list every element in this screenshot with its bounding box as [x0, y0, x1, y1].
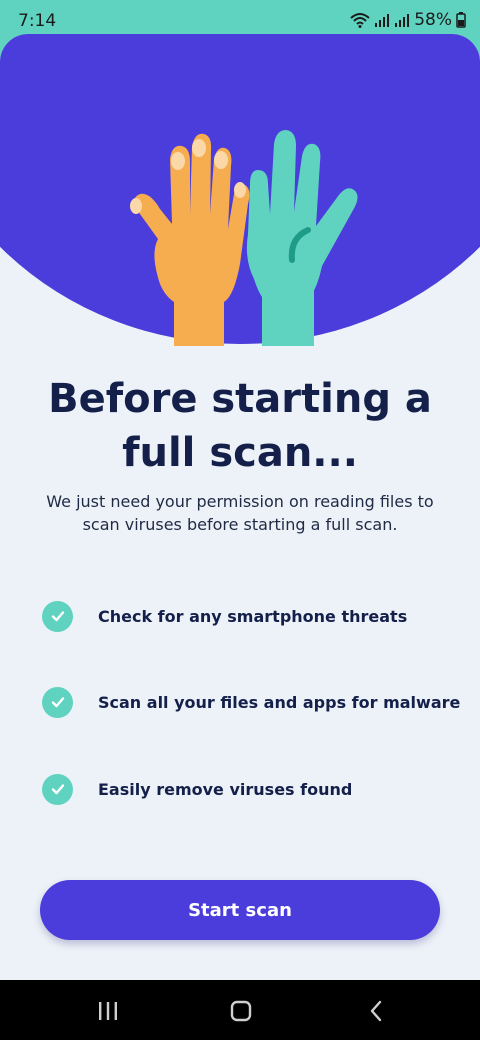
check-icon: [42, 773, 73, 805]
system-nav-bar: [0, 980, 480, 1040]
feature-item: Easily remove viruses found: [42, 773, 462, 805]
feature-label: Easily remove viruses found: [98, 779, 353, 799]
check-icon: [42, 686, 73, 718]
wifi-icon: [350, 13, 370, 28]
check-icon: [42, 600, 73, 632]
page-title: Before starting a full scan...: [48, 376, 432, 476]
feature-item: Check for any smartphone threats: [42, 600, 462, 632]
battery-percent: 58%: [414, 10, 452, 30]
status-icons: 58%: [350, 10, 466, 30]
page-subtitle: We just need your permission on reading …: [46, 492, 434, 534]
raised-hands-illustration: [0, 34, 480, 346]
signal-icon: [395, 14, 410, 27]
feature-item: Scan all your files and apps for malware: [42, 686, 462, 718]
feature-label: Scan all your files and apps for malware: [98, 692, 461, 712]
feature-label: Check for any smartphone threats: [98, 606, 408, 626]
back-icon[interactable]: [364, 998, 390, 1024]
start-scan-button[interactable]: Start scan: [40, 880, 440, 940]
home-icon[interactable]: [228, 998, 254, 1024]
permission-screen: Before starting a full scan... We just n…: [0, 34, 480, 980]
recents-icon[interactable]: [95, 998, 121, 1024]
battery-icon: [456, 12, 466, 28]
hero-illustration: [0, 34, 480, 346]
status-time: 7:14: [18, 11, 57, 31]
signal-icon: [375, 14, 390, 27]
